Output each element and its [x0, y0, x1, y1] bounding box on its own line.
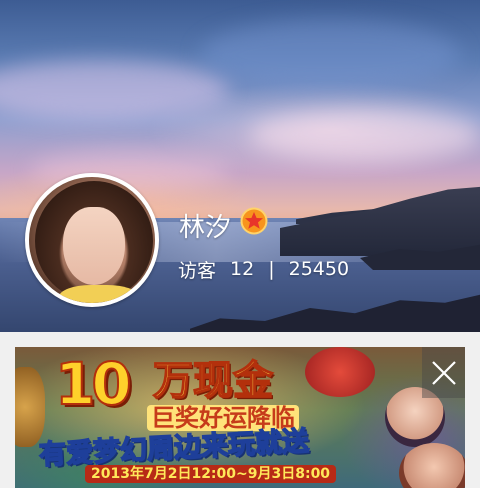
banner-date-range: 2013年7月2日12:00~9月3日8:00: [85, 465, 337, 483]
visitors-total: 25450: [288, 258, 350, 280]
ad-banner[interactable]: 10 万现金 巨奖好运降临 有爱梦幻周边来玩就送 2013年7月2日12:00~…: [15, 347, 465, 488]
close-icon: [431, 360, 456, 385]
avatar[interactable]: [25, 173, 159, 307]
star-badge-icon[interactable]: [240, 207, 268, 235]
visitors-label: 访客: [178, 259, 217, 282]
stats-separator: |: [268, 258, 275, 280]
sky-cloud: [200, 20, 460, 90]
avatar-face: [63, 207, 125, 285]
profile-name[interactable]: 林汐: [179, 207, 231, 244]
banner-character: [305, 347, 375, 397]
visitor-stats: 访客 12 | 25450: [178, 256, 349, 282]
close-banner-button[interactable]: [422, 347, 465, 398]
visitors-today: 12: [230, 258, 255, 280]
banner-amount: 10: [54, 350, 133, 418]
sky-cloud: [0, 60, 230, 120]
banner-headline: 万现金: [152, 358, 274, 404]
banner-character: [15, 367, 45, 447]
sky-cloud: [250, 110, 480, 160]
